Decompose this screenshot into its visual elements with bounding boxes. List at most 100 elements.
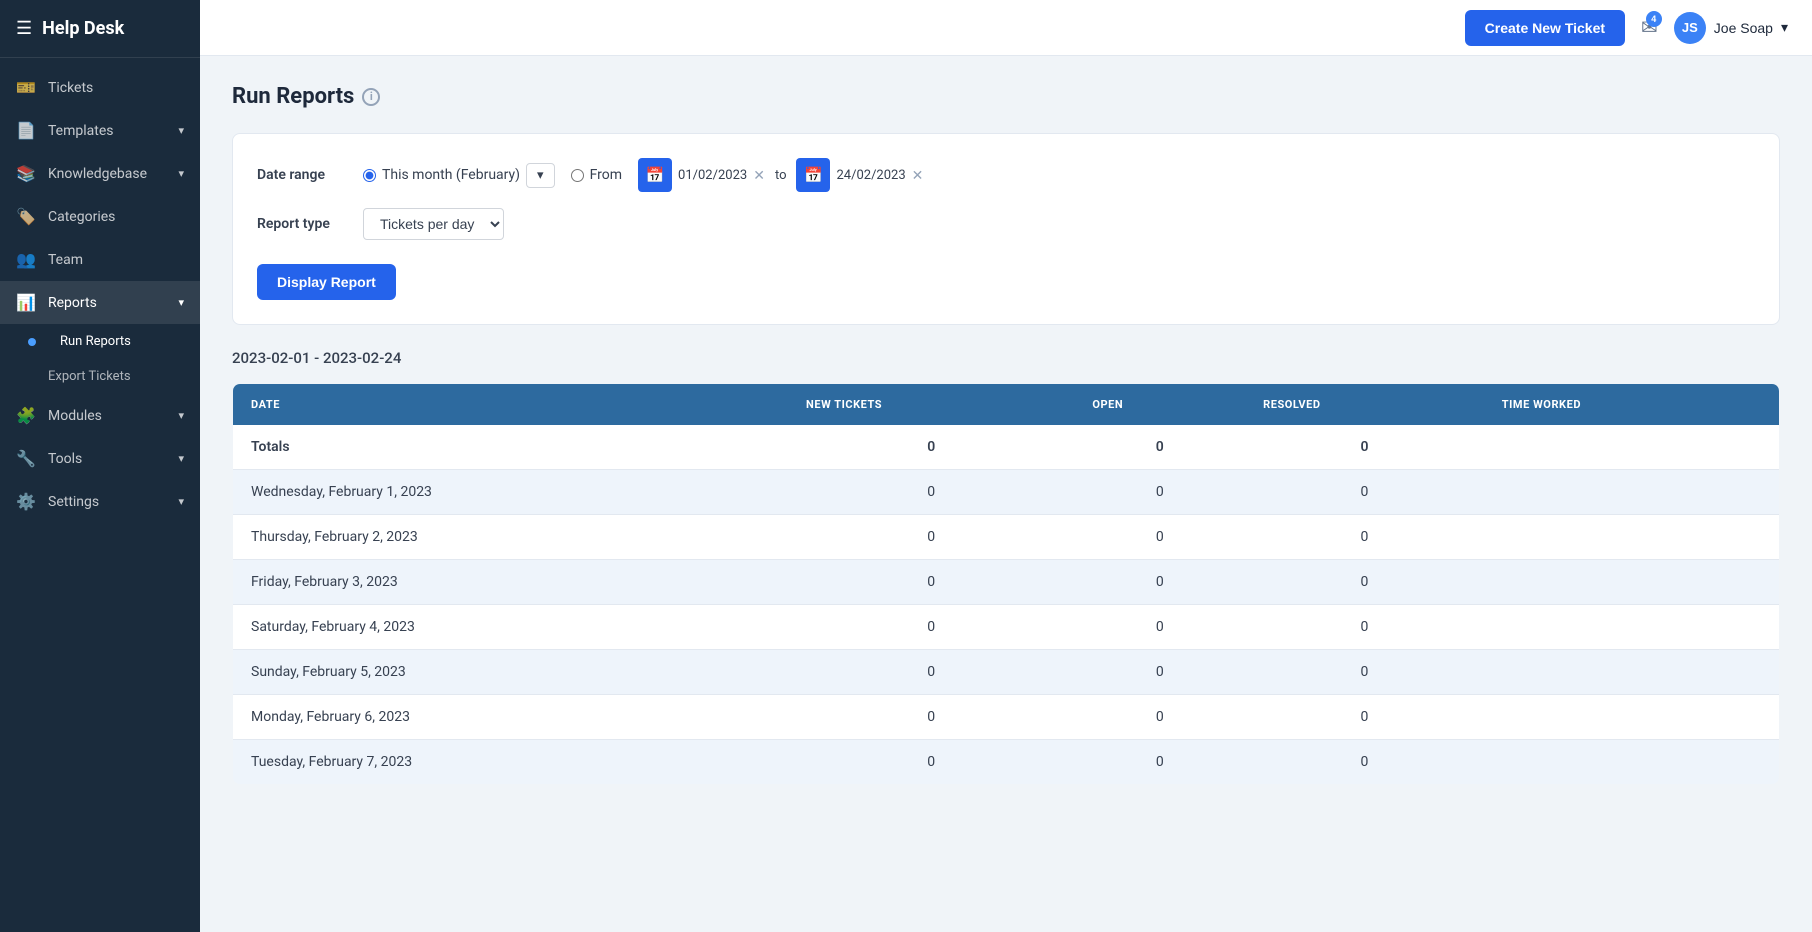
chevron-down-icon: ▾ <box>178 495 184 508</box>
radio-this-month-input[interactable] <box>363 169 376 182</box>
row-time-worked <box>1484 560 1780 605</box>
page-title-area: Run Reports i <box>232 84 1780 109</box>
create-new-ticket-button[interactable]: Create New Ticket <box>1465 10 1625 46</box>
row-resolved: 0 <box>1245 650 1484 695</box>
categories-icon: 🏷️ <box>16 207 36 226</box>
table-row: Monday, February 6, 2023 0 0 0 <box>233 695 1780 740</box>
date-range-row: Date range This month (February) ▾ From <box>257 158 1755 192</box>
sidebar-item-reports[interactable]: 📊 Reports ▾ <box>0 281 200 324</box>
row-open: 0 <box>1074 560 1245 605</box>
sidebar-item-label: Team <box>48 252 83 268</box>
table-row: Sunday, February 5, 2023 0 0 0 <box>233 650 1780 695</box>
sidebar-item-label: Categories <box>48 209 115 225</box>
row-resolved: 0 <box>1245 695 1484 740</box>
month-dropdown[interactable]: ▾ <box>526 163 555 188</box>
page-title: Run Reports <box>232 84 354 109</box>
chevron-down-icon: ▾ <box>178 124 184 137</box>
sidebar-item-templates[interactable]: 📄 Templates ▾ <box>0 109 200 152</box>
sidebar-item-label: Modules <box>48 408 102 424</box>
sidebar-sub-item-run-reports[interactable]: Run Reports <box>0 324 200 359</box>
col-date: DATE <box>233 384 789 426</box>
sidebar-item-label: Tickets <box>48 80 93 96</box>
report-type-row: Report type Tickets per day <box>257 208 1755 240</box>
col-open: OPEN <box>1074 384 1245 426</box>
from-calendar-button[interactable]: 📅 <box>638 158 672 192</box>
sidebar: ☰ Help Desk 🎫 Tickets 📄 Templates ▾ 📚 Kn… <box>0 0 200 932</box>
row-date: Tuesday, February 7, 2023 <box>233 740 789 785</box>
sidebar-item-categories[interactable]: 🏷️ Categories <box>0 195 200 238</box>
top-header: Create New Ticket ✉ 4 JS Joe Soap ▾ <box>200 0 1812 56</box>
row-open: 0 <box>1074 515 1245 560</box>
to-date-value: 24/02/2023 <box>836 168 905 183</box>
row-new-tickets: 0 <box>788 470 1074 515</box>
row-resolved: 0 <box>1245 470 1484 515</box>
report-type-select[interactable]: Tickets per day <box>363 208 504 240</box>
app-logo: Help Desk <box>42 18 124 39</box>
notifications-button[interactable]: ✉ 4 <box>1641 15 1658 40</box>
sidebar-sub-item-export-tickets[interactable]: Export Tickets <box>0 359 200 394</box>
sidebar-item-tickets[interactable]: 🎫 Tickets <box>0 66 200 109</box>
row-new-tickets: 0 <box>788 515 1074 560</box>
radio-from-input[interactable] <box>571 169 584 182</box>
row-open: 0 <box>1074 470 1245 515</box>
row-date: Sunday, February 5, 2023 <box>233 650 789 695</box>
radio-this-month[interactable]: This month (February) ▾ <box>363 163 555 188</box>
to-calendar-button[interactable]: 📅 <box>796 158 830 192</box>
sidebar-nav: 🎫 Tickets 📄 Templates ▾ 📚 Knowledgebase … <box>0 58 200 932</box>
row-new-tickets: 0 <box>788 605 1074 650</box>
totals-resolved: 0 <box>1245 425 1484 470</box>
main-content: Run Reports i Date range This month (Feb… <box>200 56 1812 932</box>
radio-from-label: From <box>590 167 622 183</box>
chevron-down-icon: ▾ <box>178 409 184 422</box>
table-row: Friday, February 3, 2023 0 0 0 <box>233 560 1780 605</box>
row-resolved: 0 <box>1245 605 1484 650</box>
to-date-clear-button[interactable]: ✕ <box>912 167 924 184</box>
radio-group: This month (February) ▾ From 📅 01/02/202… <box>363 158 923 192</box>
table-row: Wednesday, February 1, 2023 0 0 0 <box>233 470 1780 515</box>
row-date: Monday, February 6, 2023 <box>233 695 789 740</box>
report-table: DATE NEW TICKETS OPEN RESOLVED TIME WORK… <box>232 383 1780 785</box>
row-time-worked <box>1484 695 1780 740</box>
col-resolved: RESOLVED <box>1245 384 1484 426</box>
row-new-tickets: 0 <box>788 560 1074 605</box>
totals-label: Totals <box>233 425 789 470</box>
sidebar-item-team[interactable]: 👥 Team <box>0 238 200 281</box>
row-time-worked <box>1484 605 1780 650</box>
sidebar-item-modules[interactable]: 🧩 Modules ▾ <box>0 394 200 437</box>
sidebar-item-settings[interactable]: ⚙️ Settings ▾ <box>0 480 200 523</box>
info-icon[interactable]: i <box>362 88 380 106</box>
totals-time-worked <box>1484 425 1780 470</box>
filters-area: Date range This month (February) ▾ From <box>232 133 1780 325</box>
table-body: Totals 0 0 0 Wednesday, February 1, 2023… <box>233 425 1780 785</box>
reports-icon: 📊 <box>16 293 36 312</box>
tickets-icon: 🎫 <box>16 78 36 97</box>
sidebar-item-label: Templates <box>48 123 114 139</box>
table-header: DATE NEW TICKETS OPEN RESOLVED TIME WORK… <box>233 384 1780 426</box>
sidebar-item-tools[interactable]: 🔧 Tools ▾ <box>0 437 200 480</box>
table-row-totals: Totals 0 0 0 <box>233 425 1780 470</box>
menu-icon[interactable]: ☰ <box>16 18 32 39</box>
row-resolved: 0 <box>1245 515 1484 560</box>
date-range-group: 📅 01/02/2023 ✕ to 📅 24/02/2023 ✕ <box>638 158 923 192</box>
chevron-down-icon: ▾ <box>178 296 184 309</box>
row-time-worked <box>1484 470 1780 515</box>
row-time-worked <box>1484 515 1780 560</box>
row-open: 0 <box>1074 650 1245 695</box>
row-resolved: 0 <box>1245 740 1484 785</box>
display-report-button[interactable]: Display Report <box>257 264 396 300</box>
totals-new-tickets: 0 <box>788 425 1074 470</box>
table-row: Tuesday, February 7, 2023 0 0 0 <box>233 740 1780 785</box>
sidebar-item-label: Reports <box>48 295 97 311</box>
from-date-clear-button[interactable]: ✕ <box>753 167 765 184</box>
row-open: 0 <box>1074 740 1245 785</box>
user-chevron-icon: ▾ <box>1781 19 1788 36</box>
radio-from[interactable]: From <box>571 167 622 183</box>
sidebar-item-label: Settings <box>48 494 99 510</box>
avatar: JS <box>1674 12 1706 44</box>
user-menu-button[interactable]: JS Joe Soap ▾ <box>1674 12 1788 44</box>
active-dot <box>28 338 36 346</box>
sidebar-item-knowledgebase[interactable]: 📚 Knowledgebase ▾ <box>0 152 200 195</box>
notification-badge: 4 <box>1646 11 1662 27</box>
from-date-value: 01/02/2023 <box>678 168 747 183</box>
sidebar-item-label: Knowledgebase <box>48 166 147 182</box>
